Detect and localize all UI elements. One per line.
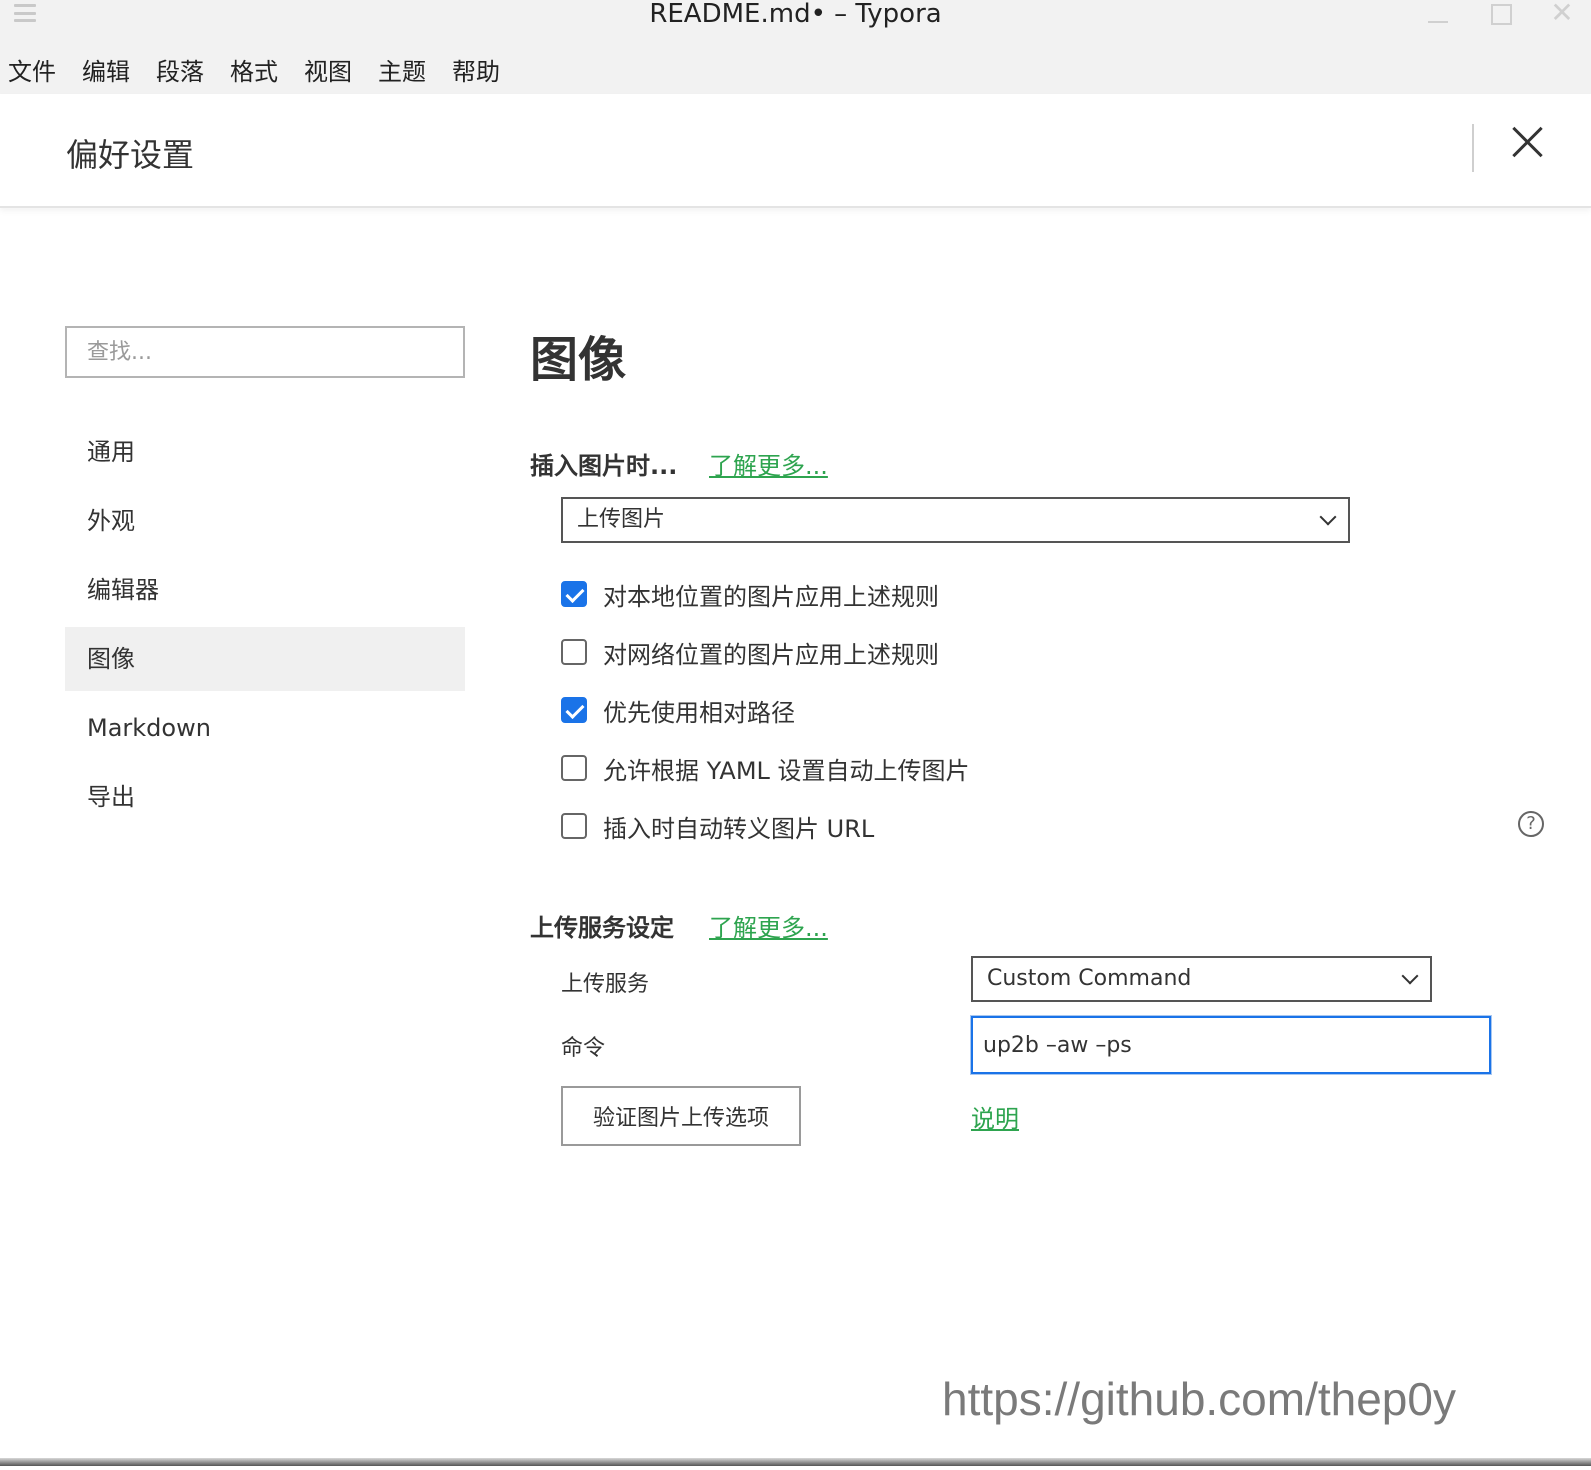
upload-service-label: 上传服务 bbox=[561, 972, 650, 997]
chevron-down-icon bbox=[1319, 508, 1337, 526]
upload-service-value: Custom Command bbox=[987, 966, 1192, 991]
option-label: 对网络位置的图片应用上述规则 bbox=[603, 640, 939, 669]
checkbox-yaml-upload[interactable] bbox=[561, 755, 587, 781]
menu-edit[interactable]: 编辑 bbox=[82, 52, 130, 87]
maximize-icon[interactable] bbox=[1488, 2, 1512, 26]
settings-search-input[interactable] bbox=[65, 326, 465, 378]
nav-item-export[interactable]: 导出 bbox=[65, 765, 465, 829]
typora-window: README.md• – Typora ✕ 文件 编辑 段落 格式 视图 主题 … bbox=[0, 0, 1591, 1470]
preferences-header: 偏好设置 bbox=[0, 94, 1591, 208]
title-bar: README.md• – Typora ✕ bbox=[0, 0, 1591, 44]
command-input[interactable] bbox=[971, 1016, 1491, 1074]
page-title: 图像 bbox=[530, 332, 627, 388]
upload-section-title: 上传服务设定 bbox=[530, 914, 674, 942]
option-local-images[interactable]: 对本地位置的图片应用上述规则 bbox=[561, 579, 939, 611]
insert-learn-more-link[interactable]: 了解更多... bbox=[709, 446, 828, 481]
checkbox-relative-path[interactable] bbox=[561, 697, 587, 723]
upload-service-select[interactable]: Custom Command bbox=[971, 956, 1432, 1002]
menu-view[interactable]: 视图 bbox=[304, 52, 352, 87]
preferences-close-icon[interactable] bbox=[1508, 122, 1548, 162]
preferences-title: 偏好设置 bbox=[66, 136, 195, 174]
option-network-images[interactable]: 对网络位置的图片应用上述规则 bbox=[561, 637, 939, 669]
menu-theme[interactable]: 主题 bbox=[378, 52, 426, 87]
settings-nav: 通用 外观 编辑器 图像 Markdown 导出 bbox=[65, 420, 465, 834]
insert-section-title: 插入图片时... bbox=[530, 452, 678, 480]
insert-action-value: 上传图片 bbox=[577, 507, 666, 532]
watermark-text: https://github.com/thep0y bbox=[942, 1373, 1456, 1425]
command-label: 命令 bbox=[561, 1036, 606, 1061]
upload-learn-more-link[interactable]: 了解更多... bbox=[709, 908, 828, 943]
window-bottom-edge bbox=[0, 1458, 1591, 1466]
nav-item-appearance[interactable]: 外观 bbox=[65, 489, 465, 553]
option-label: 对本地位置的图片应用上述规则 bbox=[603, 582, 939, 611]
insert-action-select[interactable]: 上传图片 bbox=[561, 497, 1350, 543]
option-label: 允许根据 YAML 设置自动上传图片 bbox=[603, 756, 970, 785]
verify-upload-button[interactable]: 验证图片上传选项 bbox=[561, 1086, 801, 1146]
menu-paragraph[interactable]: 段落 bbox=[156, 52, 204, 87]
nav-item-general[interactable]: 通用 bbox=[65, 420, 465, 484]
menu-help[interactable]: 帮助 bbox=[452, 52, 500, 87]
header-divider bbox=[1472, 124, 1474, 172]
checkbox-escape-url[interactable] bbox=[561, 813, 587, 839]
menu-bar: 文件 编辑 段落 格式 视图 主题 帮助 bbox=[0, 44, 1591, 94]
minimize-icon[interactable] bbox=[1426, 2, 1450, 26]
checkbox-network-images[interactable] bbox=[561, 639, 587, 665]
checkbox-local-images[interactable] bbox=[561, 581, 587, 607]
option-escape-url[interactable]: 插入时自动转义图片 URL bbox=[561, 811, 875, 843]
nav-item-markdown[interactable]: Markdown bbox=[65, 696, 465, 760]
option-relative-path[interactable]: 优先使用相对路径 bbox=[561, 695, 795, 727]
menu-format[interactable]: 格式 bbox=[230, 52, 278, 87]
window-title: README.md• – Typora bbox=[649, 0, 942, 29]
option-yaml-upload[interactable]: 允许根据 YAML 设置自动上传图片 bbox=[561, 753, 970, 785]
nav-item-image[interactable]: 图像 bbox=[65, 627, 465, 691]
help-icon[interactable]: ? bbox=[1518, 811, 1544, 837]
nav-item-editor[interactable]: 编辑器 bbox=[65, 558, 465, 622]
window-close-icon[interactable]: ✕ bbox=[1550, 0, 1574, 27]
option-label: 优先使用相对路径 bbox=[603, 698, 795, 727]
explain-link[interactable]: 说明 bbox=[971, 1099, 1019, 1134]
menu-file[interactable]: 文件 bbox=[8, 52, 56, 87]
chevron-down-icon bbox=[1401, 967, 1419, 985]
option-label: 插入时自动转义图片 URL bbox=[603, 814, 875, 843]
